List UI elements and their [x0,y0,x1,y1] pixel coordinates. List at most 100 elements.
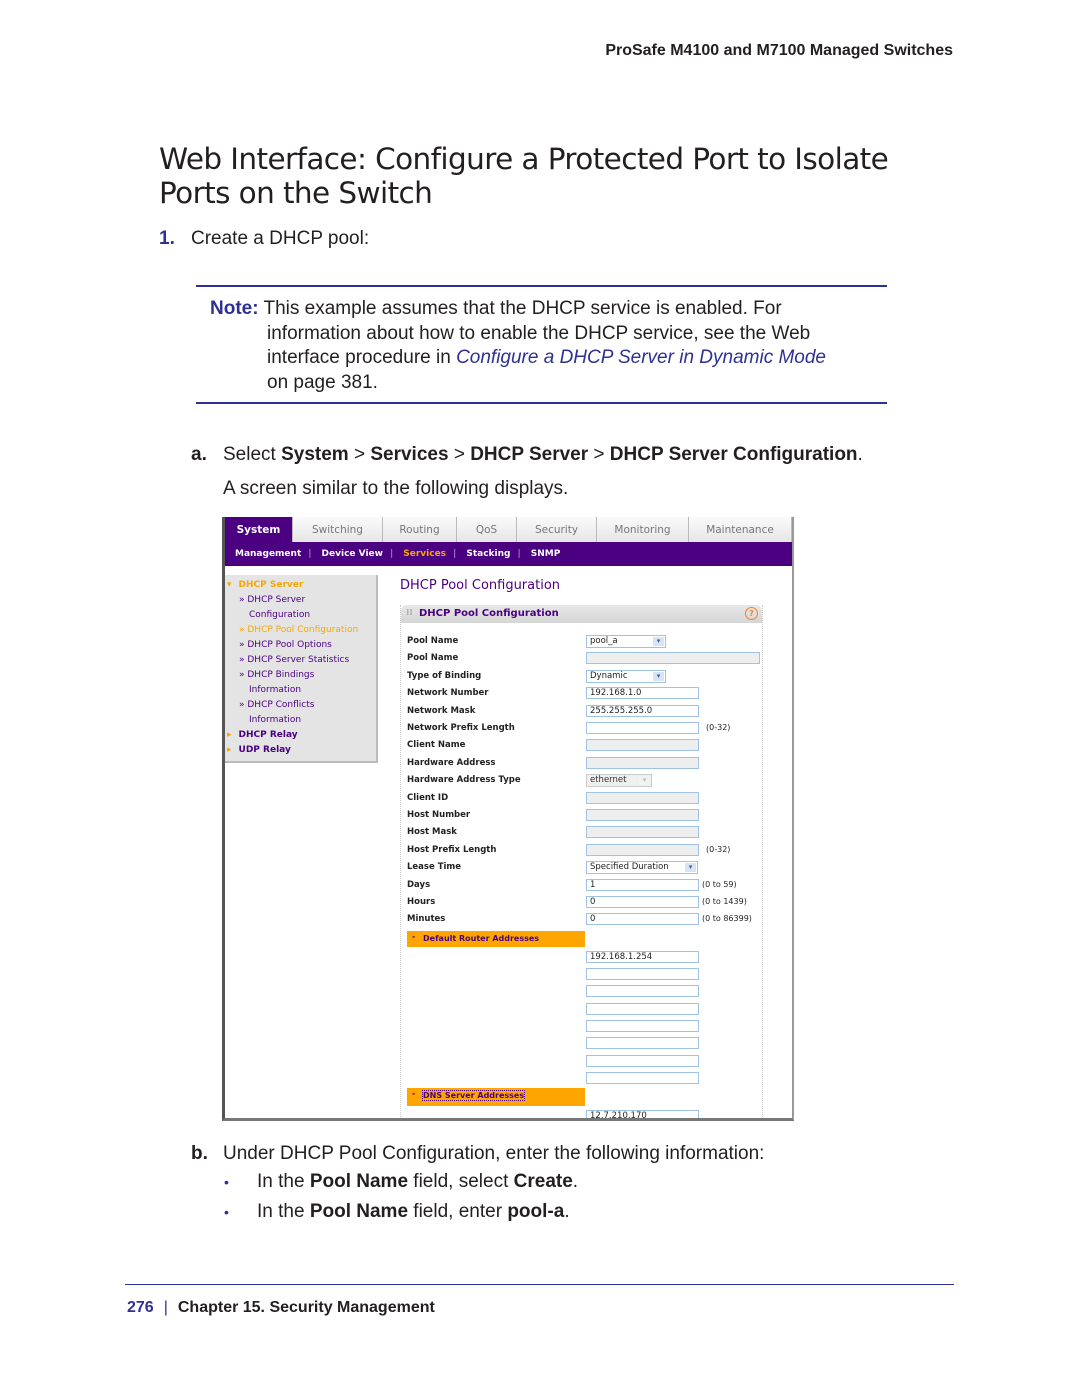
leftnav-label: Configuration [249,610,311,620]
main-tabs: System Switching Routing QoS Security Monitor… [225,517,792,542]
chevron-down-icon[interactable]: ▾ [685,863,696,873]
field-label: Lease Time [407,862,462,873]
subnav-services[interactable]: Services [393,549,453,559]
menu-path-separator: > [588,444,610,465]
leftnav-label: Information [249,685,302,695]
section-title: DNS Server Addresses [421,1090,526,1102]
leftnav-item[interactable]: » DHCP Server Statistics [239,655,349,665]
step-letter: a. [191,444,207,465]
range-hint: (0 to 86399) [702,914,752,924]
bullet-item: • In the Pool Name field, select Create. [224,1171,578,1193]
note-line-3-text: interface procedure in [267,347,457,369]
tab-maintenance[interactable]: Maintenance [689,517,792,542]
note-link[interactable]: Configure a DHCP Server in Dynamic Mode [456,347,826,368]
field-label: Host Mask [407,827,457,838]
leftnav-item[interactable]: » DHCP Pool Configuration [239,625,358,635]
step-b-text: Under DHCP Pool Configuration, enter the… [223,1143,765,1164]
chevron-down-icon[interactable]: ▾ [653,671,664,681]
leftnav-item[interactable]: » DHCP Conflicts [239,700,314,710]
bullet-bold: pool-a [507,1201,565,1222]
sub-navigation: Management | Device View | Services | Stacking… [225,542,792,566]
host-mask-input [586,826,699,839]
config-panel: ⁞⁞ DHCP Pool Configuration ? Pool Name po… [400,605,763,1118]
minutes-input[interactable]: 0 [586,913,699,926]
network-number-input[interactable]: 192.168.1.0 [586,687,699,700]
field-label: Hours [407,897,436,907]
tab-switching[interactable]: Switching [293,517,383,542]
default-router-address-input[interactable] [586,1020,699,1032]
client-name-input [586,739,699,752]
field-label: Network Number [407,688,489,699]
network-mask-input[interactable]: 255.255.255.0 [586,704,699,717]
note-label: Note: [210,298,259,319]
type-of-binding-select[interactable]: Dynamic ▾ [586,669,666,683]
dns-server-section-header[interactable]: - DNS Server Addresses [407,1088,585,1107]
dns-server-address-input[interactable]: 12.7.210.170 [586,1110,699,1118]
menu-path-item: System [281,444,349,465]
pool-name-select[interactable]: pool_a ▾ [586,635,666,648]
leftnav-label: » DHCP Server [239,595,306,605]
field-label: Type of Binding [407,670,482,681]
default-router-address-input[interactable] [586,985,699,998]
leftnav-item[interactable]: » DHCP Bindings [239,670,314,680]
note-line-2: information about how to enable the DHCP… [267,322,811,344]
tab-monitoring[interactable]: Monitoring [597,517,689,542]
default-router-address-input[interactable]: 192.168.1.254 [586,950,699,963]
step-a: a. Select System > Services > DHCP Server… [191,444,863,466]
menu-path-item: DHCP Server Configuration [609,444,858,465]
select-value: pool_a [590,636,618,646]
leftnav-item[interactable]: Configuration [249,610,310,620]
field-label: Days [407,879,431,890]
step-a-subtext: A screen similar to the following displa… [223,478,569,499]
tab-routing[interactable]: Routing [383,517,457,542]
days-input[interactable]: 1 [586,878,699,891]
tab-system[interactable]: System [225,517,293,542]
leftnav-item[interactable]: » DHCP Server [239,595,305,605]
leftnav-item[interactable]: Information [249,715,301,725]
range-hint: (0-32) [706,723,731,732]
hardware-address-input [586,756,699,769]
grip-icon: ⁞⁞ [406,608,413,618]
network-prefix-length-input[interactable] [586,722,699,734]
panel-header: ⁞⁞ DHCP Pool Configuration ? [401,605,762,623]
field-label: Host Prefix Length [407,844,497,855]
leftnav-label: DHCP Server [238,580,304,590]
leftnav-item[interactable]: ▸ UDP Relay [227,745,291,755]
subnav-stacking[interactable]: Stacking [456,549,517,559]
field-label: Client ID [407,792,449,803]
collapsed-arrow-icon: ▸ [227,730,232,740]
leftnav-item[interactable]: » DHCP Pool Options [239,640,332,650]
pool-name-input [586,652,760,665]
page-title: DHCP Pool Configuration [400,578,561,593]
subnav-management[interactable]: Management [225,549,308,559]
tab-security[interactable]: Security [517,517,597,542]
leftnav-item[interactable]: ▾ DHCP Server [227,580,303,590]
note-box: Note: This example assumes that the DHCP… [210,297,890,396]
help-icon[interactable]: ? [745,607,758,620]
lease-time-select[interactable]: Specified Duration ▾ [586,861,698,875]
range-hint: (0 to 59) [702,879,737,889]
default-router-address-input[interactable] [586,1054,699,1067]
default-router-section-header[interactable]: - Default Router Addresses [407,930,585,947]
subnav-device-view[interactable]: Device View [312,549,390,559]
collapsed-arrow-icon: ▸ [227,745,232,755]
step-b: b. Under DHCP Pool Configuration, enter t… [191,1143,764,1165]
hardware-address-type-select: ethernet ▾ [586,774,652,788]
chevron-down-icon[interactable]: ▾ [653,637,664,646]
step-a-end: . [857,444,863,465]
leftnav-item[interactable]: ▸ DHCP Relay [227,730,298,740]
select-value: Dynamic [590,670,628,681]
leftnav-item[interactable]: Information [249,685,301,695]
subnav-snmp[interactable]: SNMP [521,549,568,559]
default-router-address-input[interactable] [586,1002,699,1015]
collapse-icon: - [412,931,416,941]
field-label: Hardware Address [407,757,496,768]
bullet-bold: Create [513,1171,573,1192]
default-router-address-input[interactable] [586,1037,699,1050]
leftnav-label: » DHCP Bindings [239,670,315,680]
default-router-address-input[interactable] [586,968,699,981]
hours-input[interactable]: 0 [586,896,699,908]
tab-qos[interactable]: QoS [457,517,517,542]
default-router-address-input[interactable] [586,1071,699,1084]
step-1: 1. Create a DHCP pool: [159,228,369,250]
